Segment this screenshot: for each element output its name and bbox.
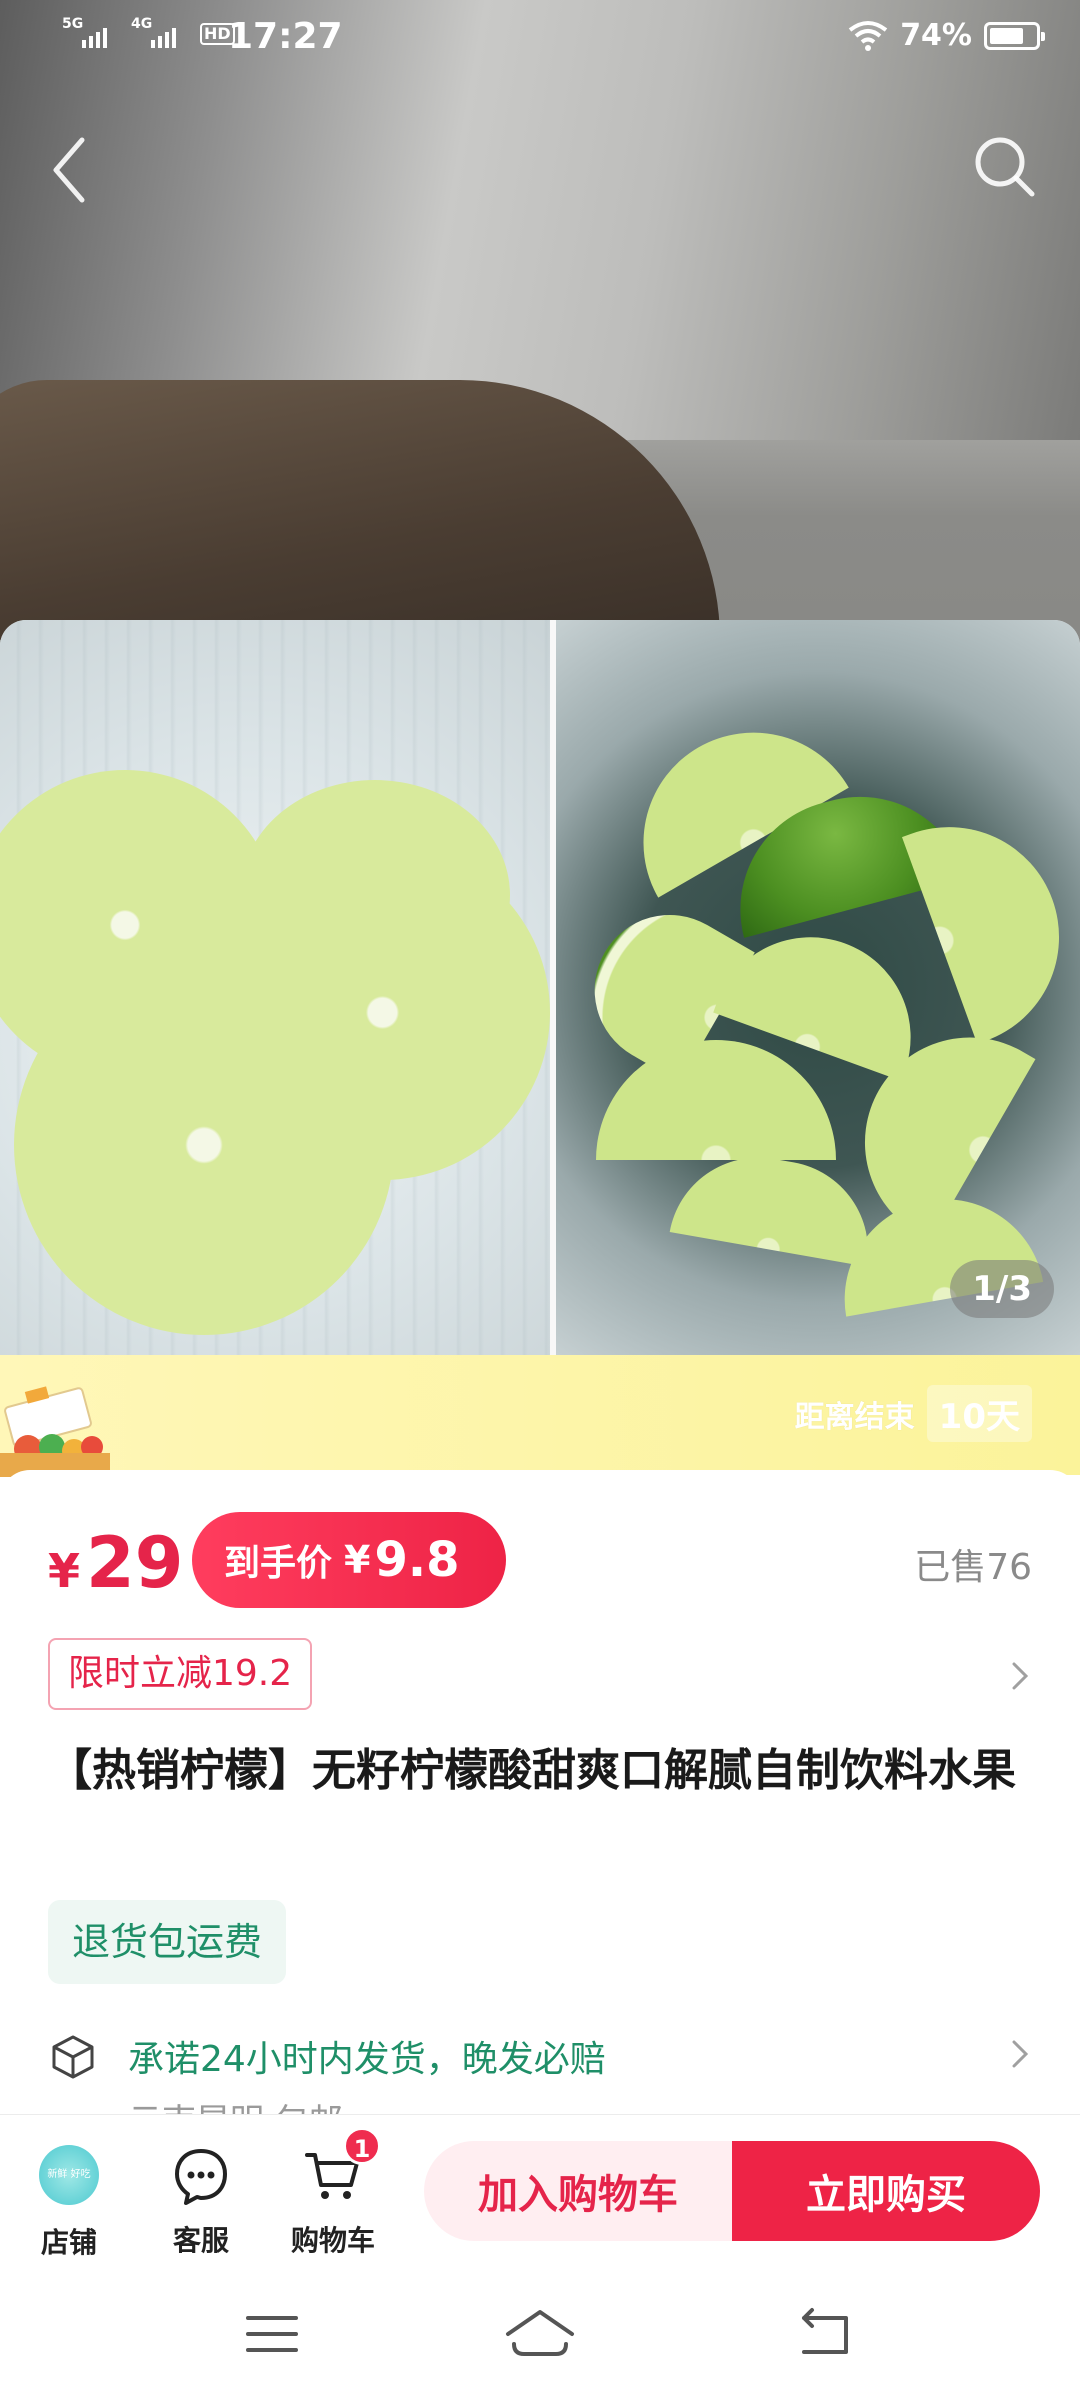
gift-box-illustration: [0, 1386, 110, 1477]
clock: 17:27: [228, 16, 343, 57]
shipping-promise: 承诺24小时内发货，晚发必赔: [128, 2039, 606, 2080]
shipping-row[interactable]: 承诺24小时内发货，晚发必赔 云南昆明 包邮: [48, 2022, 1040, 2142]
signal-4g: 4G: [131, 16, 176, 48]
lime-slices-photo: [0, 620, 550, 1355]
product-gallery[interactable]: 1/3: [0, 0, 1080, 1360]
status-bar: 5G 4G HD 17:27 74%: [0, 0, 1080, 86]
return-shipping-badge[interactable]: 退货包运费: [48, 1900, 287, 1984]
home-icon[interactable]: [500, 2304, 580, 2364]
search-icon[interactable]: [970, 132, 1040, 202]
final-price-badge: 到手价 ¥ 9.8: [192, 1512, 506, 1608]
cart-count-badge: 1: [343, 2127, 381, 2165]
promo-banner: 距离结束 10天: [0, 1355, 1080, 1477]
discount-chip[interactable]: 限时立减19.2: [48, 1638, 313, 1710]
chevron-right-icon[interactable]: [1000, 1656, 1040, 1696]
store-icon: 新鲜 好吃: [37, 2145, 101, 2209]
cart-button[interactable]: 1 购物车: [278, 2127, 388, 2259]
add-to-cart-button[interactable]: 加入购物车: [424, 2141, 732, 2241]
countdown: 距离结束 10天: [795, 1385, 1032, 1442]
chat-icon: [175, 2149, 227, 2205]
buy-now-button[interactable]: 立即购买: [732, 2141, 1040, 2241]
countdown-days: 10天: [926, 1385, 1032, 1442]
shop-logo: 新鲜 好吃: [39, 2145, 99, 2205]
back-icon[interactable]: [40, 130, 100, 210]
wifi-icon: [848, 20, 888, 51]
sold-count: 已售76: [914, 1547, 1032, 1588]
product-title: 【热销柠檬】无籽柠檬酸甜爽口解腻自制饮料水果: [48, 1745, 1016, 1796]
signal-5g: 5G: [62, 16, 107, 48]
bottom-action-bar: 新鲜 好吃 店铺 客服 1 购物车 加入购物车 立即购买: [0, 2114, 1080, 2264]
return-icon[interactable]: [784, 2304, 864, 2364]
box-icon: [52, 2035, 94, 2079]
shop-button[interactable]: 新鲜 好吃 店铺: [14, 2143, 124, 2261]
customer-service-button[interactable]: 客服: [146, 2143, 256, 2259]
product-image[interactable]: 1/3: [0, 620, 1080, 1355]
battery-percent: 74%: [900, 18, 972, 53]
chevron-right-icon[interactable]: [1000, 2034, 1040, 2074]
system-navigation-bar: [0, 2264, 1080, 2408]
page-indicator: 1/3: [950, 1260, 1054, 1318]
product-info-card: ¥ 29 到手价 ¥ 9.8 已售76 限时立减19.2 【热销柠檬】无籽柠檬酸…: [0, 1470, 1080, 2142]
price: ¥ 29: [48, 1522, 184, 1604]
battery-icon: [984, 21, 1045, 50]
lime-wedges-photo: [556, 620, 1080, 1355]
menu-icon[interactable]: [232, 2304, 312, 2364]
